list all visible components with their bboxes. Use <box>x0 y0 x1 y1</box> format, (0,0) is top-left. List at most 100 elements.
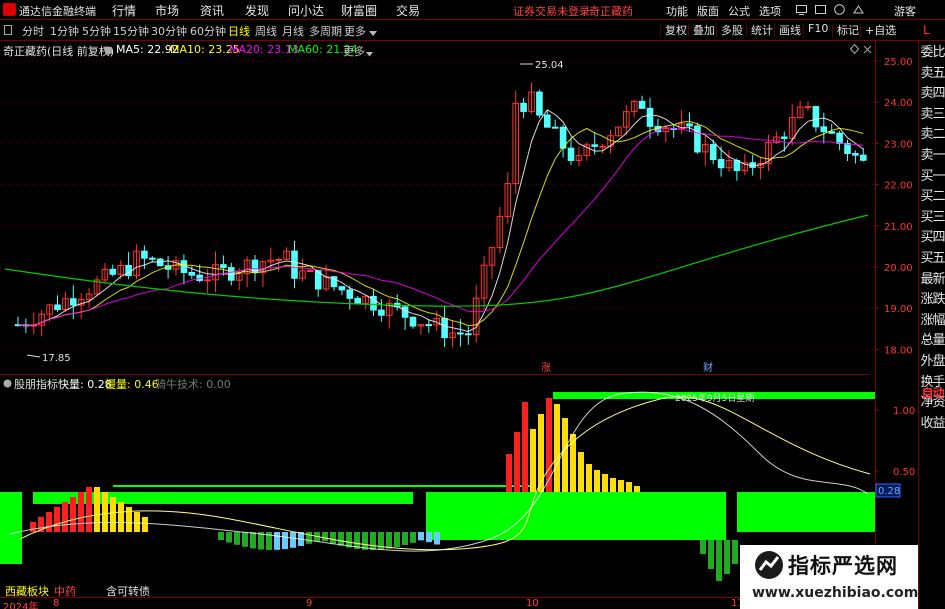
low-pointer <box>26 354 41 358</box>
menu-item-trade[interactable]: 交易 <box>396 2 420 19</box>
histogram-bar <box>134 512 140 532</box>
sidebar-item[interactable]: 卖三 <box>919 105 945 125</box>
f10-button[interactable]: F10 <box>805 22 831 38</box>
kline-chart[interactable]: 25.00 24.00 23.00 22.00 21.00 20.00 19.00 18.00… <box>0 41 918 374</box>
histogram-bar <box>530 429 536 492</box>
menu-item-market[interactable]: 行情 <box>112 2 136 19</box>
tab-daily[interactable]: 日线 <box>228 23 250 39</box>
histogram-bar <box>578 452 584 492</box>
candle-body <box>220 264 227 269</box>
diamond-icon[interactable] <box>849 43 860 57</box>
chevron-down-icon[interactable] <box>369 27 377 40</box>
menu-item-news[interactable]: 资讯 <box>200 2 224 19</box>
tab-multi-period[interactable]: 多周期 <box>309 23 342 39</box>
histogram-bar <box>54 507 60 532</box>
mark-button[interactable]: 标记 <box>834 22 862 38</box>
sidebar-item[interactable]: 卖四 <box>919 84 945 104</box>
skin-icon[interactable] <box>853 4 864 15</box>
multi-stock-button[interactable]: 多股 <box>718 22 746 38</box>
tab-more[interactable]: 更多 <box>344 23 366 39</box>
sidebar-item[interactable]: 外盘 <box>919 352 945 372</box>
sidebar-item[interactable]: 收益 <box>919 414 945 434</box>
sidebar-item[interactable]: 买一 <box>919 167 945 187</box>
candle-body <box>781 136 788 139</box>
overlay-button[interactable]: 叠加 <box>690 22 718 38</box>
menu-item-exchange[interactable]: 市场 <box>155 2 179 19</box>
histogram-bar <box>282 532 288 550</box>
chevron-down-icon[interactable] <box>366 47 373 60</box>
histogram-bar <box>434 532 440 545</box>
candle-body <box>638 100 646 109</box>
sidebar-item[interactable]: 最新 <box>919 270 945 290</box>
histogram-bar <box>410 532 416 543</box>
menu-item-wealth[interactable]: 财富圈 <box>341 2 377 19</box>
monitor-icon[interactable] <box>796 4 807 15</box>
sidebar-item[interactable]: 买二 <box>919 187 945 207</box>
sidebar-item[interactable]: 卖二 <box>919 125 945 145</box>
sidebar-item[interactable]: 总量 <box>919 331 945 351</box>
settings-dot-icon[interactable] <box>104 45 113 58</box>
sidebar-item[interactable]: 委比 <box>919 43 945 63</box>
login-alert[interactable]: 证券交易未登录 <box>513 3 590 19</box>
candle-body <box>354 297 361 304</box>
candle-body <box>465 333 472 336</box>
sidebar-item[interactable]: 买五 <box>919 249 945 269</box>
menu-item-options[interactable]: 选项 <box>759 3 781 19</box>
app-logo-icon <box>3 3 16 16</box>
auto-button[interactable]: 自动 <box>919 383 945 403</box>
menu-item-formula[interactable]: 公式 <box>728 3 750 19</box>
menu-item-ask[interactable]: 问小达 <box>288 2 324 19</box>
histogram-bar <box>602 474 608 492</box>
histogram-bar <box>102 492 108 532</box>
kline-panel[interactable]: 25.00 24.00 23.00 22.00 21.00 20.00 19.00 18.00… <box>0 41 918 374</box>
message-icon[interactable] <box>815 4 826 15</box>
menu-item-discover[interactable]: 发现 <box>245 2 269 19</box>
user-label[interactable]: 游客 <box>894 3 916 19</box>
app-title: 通达信金融终端 <box>19 5 96 18</box>
histogram-bar <box>70 497 76 532</box>
tab-15min[interactable]: 15分钟 <box>113 23 149 39</box>
sidebar-item[interactable]: 卖五 <box>919 64 945 84</box>
candle-body <box>520 102 527 112</box>
toggle-icon[interactable] <box>4 25 12 35</box>
more-label[interactable]: 更多 <box>343 43 365 59</box>
candle-body <box>646 107 654 127</box>
histogram-bar <box>522 402 528 492</box>
sidebar-item[interactable]: 买三 <box>919 208 945 228</box>
indicator-name[interactable]: 股朋指标 <box>14 376 58 392</box>
candle-body <box>812 106 820 128</box>
sidebar-item[interactable]: 买四 <box>919 228 945 248</box>
stats-button[interactable]: 统计 <box>748 22 776 38</box>
signal-block <box>426 492 726 540</box>
sidebar-item[interactable]: 涨跌 <box>919 290 945 310</box>
tab-30min[interactable]: 30分钟 <box>151 23 187 39</box>
draw-line-button[interactable]: 画线 <box>776 22 804 38</box>
chart-title: 奇正藏药(日线 前复权) <box>3 45 115 58</box>
histogram-bar <box>46 512 52 532</box>
sidebar-item[interactable]: 卖一 <box>919 146 945 166</box>
tab-timeshare[interactable]: 分时 <box>22 23 44 39</box>
tab-1min[interactable]: 1分钟 <box>50 23 79 39</box>
time-axis-month: 10 <box>526 598 539 609</box>
settings-dot-icon[interactable] <box>3 378 12 391</box>
tab-5min[interactable]: 5分钟 <box>82 23 111 39</box>
sidebar-item[interactable]: 涨幅 <box>919 311 945 331</box>
add-watchlist-button[interactable]: +自选 <box>862 22 899 38</box>
tab-monthly[interactable]: 月线 <box>282 23 304 39</box>
menu-item-layout[interactable]: 版面 <box>697 3 719 19</box>
price-tick-label: 18.00 <box>884 345 913 356</box>
return-icon[interactable]: L <box>923 23 930 37</box>
tab-weekly[interactable]: 周线 <box>255 23 277 39</box>
histogram-bar <box>554 404 560 492</box>
event-marker: 涨 <box>541 362 551 374</box>
adjust-button[interactable]: 复权 <box>662 22 690 38</box>
candle-body <box>536 91 543 116</box>
help-icon[interactable] <box>834 4 845 15</box>
histogram-bar <box>86 487 92 532</box>
ma10-line <box>17 120 864 327</box>
tab-60min[interactable]: 60分钟 <box>190 23 226 39</box>
histogram-bar <box>538 414 544 492</box>
close-icon[interactable] <box>863 44 872 57</box>
histogram-bar <box>62 502 68 532</box>
menu-item-function[interactable]: 功能 <box>666 3 688 19</box>
